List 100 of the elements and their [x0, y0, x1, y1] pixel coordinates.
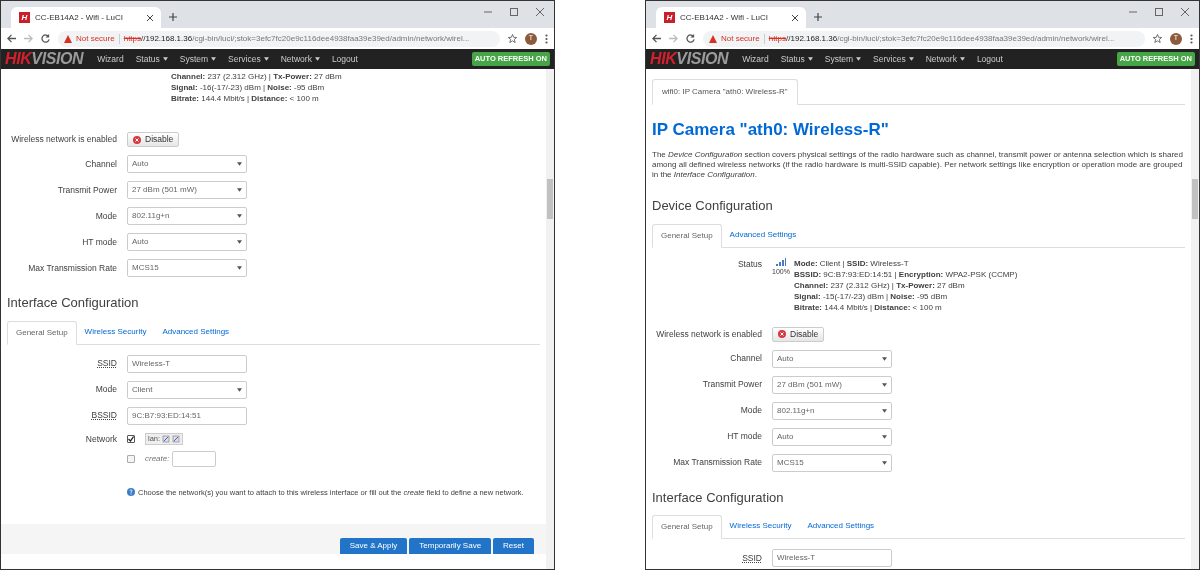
nav-menu-item[interactable]: System [824, 52, 862, 66]
reload-icon[interactable] [686, 34, 695, 43]
caret-icon [882, 460, 887, 465]
menu-icon[interactable] [545, 33, 548, 44]
section-tab[interactable]: Wireless Security [721, 515, 800, 540]
section-tab[interactable]: Advanced Settings [799, 515, 883, 540]
star-icon[interactable] [1153, 34, 1162, 43]
nav-menu-item[interactable]: Wizard [742, 52, 769, 66]
nav-menu-item[interactable]: Network [280, 52, 320, 66]
section-tab[interactable]: Advanced Settings [721, 223, 805, 248]
field-label: Channel [84, 157, 117, 171]
back-arrow-icon[interactable] [652, 34, 661, 43]
menu-icon[interactable] [1190, 33, 1193, 44]
select-field[interactable]: Auto [772, 427, 892, 446]
select-field[interactable]: Auto [127, 233, 247, 251]
nav-menu-item[interactable]: Status [135, 52, 168, 66]
action-button[interactable]: Save & Apply [339, 537, 408, 554]
close-icon[interactable] [536, 8, 544, 16]
select-field[interactable]: 27 dBm (501 mW) [772, 375, 892, 394]
field-label: Transmit Power [701, 378, 762, 392]
checkbox[interactable] [127, 454, 135, 463]
close-icon[interactable] [1181, 8, 1189, 16]
text-input-field[interactable]: 9C:B7:93:ED:14:51 [127, 406, 247, 425]
scrollbar[interactable] [1191, 69, 1199, 569]
close-icon[interactable] [147, 14, 153, 21]
nav-menu-item[interactable]: Wizard [97, 52, 124, 66]
field-label: BSSID [90, 409, 117, 422]
section-tab[interactable]: General Setup [7, 320, 77, 345]
maximize-icon[interactable] [1155, 8, 1163, 16]
address-bar[interactable]: Not secure https//192.168.1.36/cgi-bin/luci/;stok=3efc7fc20e9c116dee4938faa39e39ed/admin/network/wirel... [58, 30, 500, 47]
field-label: Transmit Power [56, 183, 117, 197]
url-text: https//192.168.1.36/cgi-bin/luci/;stok=3efc7fc20e9c116dee4938faa39e39ed/admin/network/wirel... [123, 32, 470, 45]
select-field[interactable]: Client [127, 380, 247, 399]
checkbox[interactable] [127, 434, 135, 443]
maximize-icon[interactable] [510, 8, 518, 16]
nav-menu-item[interactable]: System [179, 52, 217, 66]
disable-button[interactable]: Disable [127, 132, 180, 147]
caret-icon [807, 57, 813, 61]
caret-icon [314, 57, 320, 61]
disable-button[interactable]: Disable [772, 326, 825, 342]
section-tab[interactable]: Advanced Settings [154, 320, 238, 345]
close-icon[interactable] [792, 14, 798, 21]
caret-icon [162, 57, 168, 61]
page-tab[interactable]: wifi0: IP Camera "ath0: Wireless-R" [652, 79, 798, 105]
status-line: Channel: 237 (2.312 GHz) | Tx-Power: 27 dBm [171, 71, 342, 82]
star-icon[interactable] [508, 34, 517, 43]
select-field[interactable]: Auto [772, 349, 892, 368]
section-tab[interactable]: General Setup [652, 223, 722, 248]
status-line: Channel: 237 (2.312 GHz) | Tx-Power: 27 dBm [794, 279, 966, 291]
nav-menu-item[interactable]: Network [925, 52, 965, 66]
nav-menu-item[interactable]: Services [873, 52, 914, 66]
nav-menu-item[interactable]: Services [228, 52, 269, 66]
page-heading: IP Camera "ath0: Wireless-R" [652, 119, 890, 141]
caret-icon [237, 214, 242, 218]
text-input-field[interactable]: Wireless-T [127, 354, 247, 373]
security-label: Not secure [76, 32, 115, 45]
status-line: Bitrate: 144.4 Mbit/s | Distance: < 100 m [794, 301, 943, 313]
new-tab-icon[interactable] [169, 13, 177, 21]
status-line: BSSID: 9C:B7:93:ED:14:51 | Encryption: WPA2-PSK (CCMP) [794, 268, 1018, 280]
section-tab[interactable]: General Setup [652, 515, 722, 540]
caret-icon [959, 57, 965, 61]
section-tab[interactable]: Wireless Security [76, 320, 155, 345]
select-field[interactable]: 802.11g+n [127, 207, 247, 225]
field-label: Max Transmission Rate [27, 261, 117, 275]
browser-tab[interactable]: H CC-EB14A2 - Wifi - LuCI [11, 7, 161, 28]
create-input-field[interactable] [172, 450, 217, 467]
select-field[interactable]: 27 dBm (501 mW) [127, 181, 247, 199]
warning-icon [64, 34, 72, 43]
tab-title: CC-EB14A2 - Wifi - LuCI [680, 11, 770, 24]
status-line: Bitrate: 144.4 Mbit/s | Distance: < 100 m [171, 93, 320, 104]
caret-icon [237, 266, 242, 270]
select-field[interactable]: MCS15 [127, 259, 247, 277]
nav-menu-item[interactable]: Logout [331, 52, 358, 66]
favicon: H [19, 12, 30, 23]
scrollbar[interactable] [546, 69, 554, 569]
action-button[interactable]: Reset [493, 537, 534, 554]
new-tab-icon[interactable] [814, 13, 822, 21]
address-bar[interactable]: Not secure https//192.168.1.36/cgi-bin/luci/;stok=3efc7fc20e9c116dee4938faa39e39ed/admin/network/wirel... [703, 30, 1145, 47]
security-label: Not secure [721, 32, 760, 45]
caret-icon [237, 387, 242, 392]
reload-icon[interactable] [41, 34, 50, 43]
network-port-icon [162, 434, 171, 443]
select-field[interactable]: Auto [127, 155, 247, 173]
caret-icon [908, 57, 914, 61]
brand-logo: HIKVISION [650, 51, 729, 67]
action-button[interactable]: Temporarily Save [409, 537, 492, 554]
select-field[interactable]: 802.11g+n [772, 401, 892, 420]
field-label: Mode [739, 404, 762, 418]
field-label: Mode [94, 383, 117, 396]
back-arrow-icon[interactable] [7, 34, 16, 43]
text-input-field[interactable]: Wireless-T [772, 549, 892, 568]
section-title: Device Configuration [652, 197, 774, 216]
nav-menu-item[interactable]: Status [780, 52, 813, 66]
caret-icon [882, 382, 887, 387]
section-title: Interface Configuration [7, 294, 140, 312]
network-port-icon [172, 434, 181, 443]
field-label: Max Transmission Rate [672, 456, 762, 470]
select-field[interactable]: MCS15 [772, 453, 892, 472]
nav-menu-item[interactable]: Logout [976, 52, 1003, 66]
browser-tab[interactable]: H CC-EB14A2 - Wifi - LuCI [656, 7, 806, 28]
